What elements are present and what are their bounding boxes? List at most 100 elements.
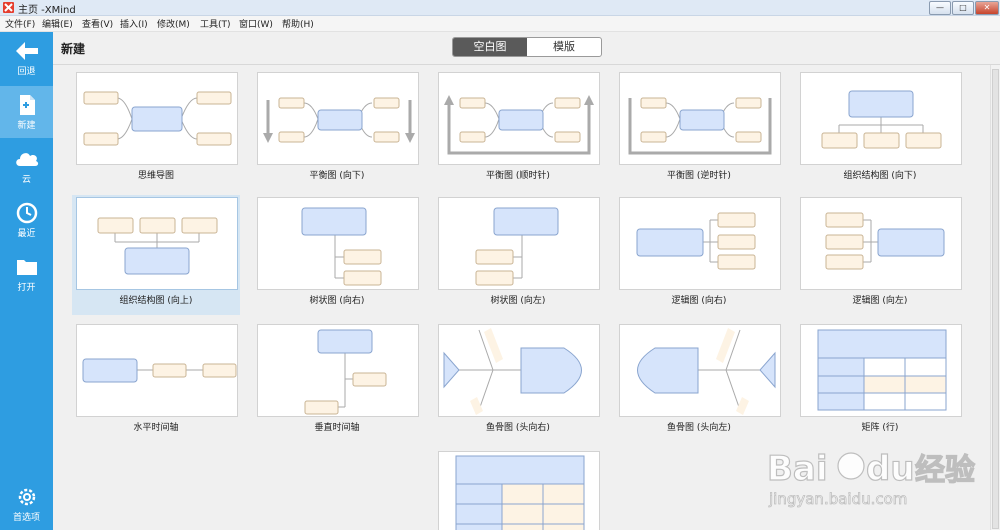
svg-text:jingyan.baidu.com: jingyan.baidu.com <box>768 490 907 508</box>
sidebar-item-label: 新建 <box>17 121 36 131</box>
timeline-h-preview <box>82 358 237 383</box>
template-label: 平衡图 (逆时针) <box>667 171 731 181</box>
template-thumbnail <box>800 72 962 165</box>
sidebar-item-open[interactable]: 打开 <box>0 248 53 300</box>
balance-cw-preview <box>444 95 594 155</box>
mindmap-preview <box>83 91 232 146</box>
template-thumbnail <box>438 72 600 165</box>
template-label: 矩阵 (行) <box>861 423 899 433</box>
menu-modify[interactable]: 修改(M) <box>157 17 190 30</box>
baidu-watermark: Bai du 经验 jingyan.baidu.com <box>765 440 985 520</box>
matrix-col-preview <box>455 455 585 530</box>
svg-text:Bai: Bai <box>767 449 828 489</box>
tree-left-preview <box>475 207 559 286</box>
template-card-matrix-col[interactable] <box>434 449 602 530</box>
template-thumbnail <box>438 197 600 290</box>
template-thumbnail <box>438 451 600 530</box>
template-card-logic-right[interactable]: 逻辑图 (向右) <box>615 195 783 315</box>
template-card-tree-right[interactable]: 树状图 (向右) <box>253 195 421 315</box>
baidu-jingyan-logo: Bai du 经验 jingyan.baidu.com <box>766 448 975 508</box>
scrollbar-thumb[interactable] <box>992 69 999 529</box>
template-label: 平衡图 (向下) <box>309 171 365 181</box>
menu-insert[interactable]: 插入(I) <box>120 17 148 30</box>
template-thumbnail <box>76 72 238 165</box>
template-card-org-up[interactable]: 组织结构图 (向上) <box>72 195 240 315</box>
template-thumbnail <box>800 197 962 290</box>
template-card-logic-left[interactable]: 逻辑图 (向左) <box>796 195 964 315</box>
fish-left-preview <box>637 328 776 415</box>
balance-ccw-preview <box>628 97 772 155</box>
sidebar-item-new[interactable]: 新建 <box>0 86 53 138</box>
template-card-balance-cw[interactable]: 平衡图 (顺时针) <box>434 70 602 190</box>
divider <box>53 64 1000 65</box>
minimize-button[interactable]: — <box>929 1 951 15</box>
template-label: 逻辑图 (向左) <box>852 296 908 306</box>
template-label: 鱼骨图 (头向右) <box>486 423 550 433</box>
timeline-v-preview <box>304 329 387 415</box>
title-bar: 主页 -XMind — □ ✕ <box>0 0 1000 16</box>
template-card-balance-ccw[interactable]: 平衡图 (逆时针) <box>615 70 783 190</box>
menu-tools[interactable]: 工具(T) <box>200 17 231 30</box>
cloud-icon <box>15 153 38 166</box>
menu-view[interactable]: 查看(V) <box>82 17 113 30</box>
org-up-preview <box>97 217 218 275</box>
sidebar-item-label: 最近 <box>17 229 36 239</box>
template-label: 逻辑图 (向右) <box>671 296 727 306</box>
sidebar-item-label: 打开 <box>17 283 36 293</box>
sidebar-item-label: 云 <box>21 175 31 185</box>
menu-file[interactable]: 文件(F) <box>5 17 35 30</box>
arrow-left-icon <box>15 42 38 60</box>
menu-help[interactable]: 帮助(H) <box>282 17 314 30</box>
sidebar-item-back[interactable]: 回退 <box>0 32 53 84</box>
sidebar: 回退 新建 云 最近 打开 首选项 <box>0 32 53 530</box>
vertical-scrollbar[interactable] <box>990 65 1000 530</box>
svg-text:du: du <box>866 449 915 489</box>
template-label: 水平时间轴 <box>133 423 179 433</box>
gear-icon <box>18 488 35 506</box>
template-thumbnail <box>619 72 781 165</box>
sidebar-item-cloud[interactable]: 云 <box>0 140 53 192</box>
template-label: 树状图 (向右) <box>309 296 365 306</box>
tab-blank[interactable]: 空白图 <box>453 38 527 56</box>
fish-right-preview <box>443 328 582 415</box>
template-thumbnail <box>800 324 962 417</box>
sidebar-item-recent[interactable]: 最近 <box>0 194 53 246</box>
sidebar-item-label: 回退 <box>17 67 36 77</box>
xmind-logo-icon <box>3 2 14 13</box>
logic-left-preview <box>825 212 945 270</box>
logic-right-preview <box>636 212 756 270</box>
sidebar-item-settings[interactable]: 首选项 <box>0 478 53 530</box>
clock-icon <box>16 202 37 224</box>
close-button[interactable]: ✕ <box>975 1 999 15</box>
tab-templates[interactable]: 模版 <box>527 38 601 56</box>
matrix-row-preview <box>817 329 947 411</box>
template-card-mindmap[interactable]: 思维导图 <box>72 70 240 190</box>
template-thumbnail <box>257 197 419 290</box>
template-label: 思维导图 <box>137 171 174 181</box>
template-thumbnail <box>257 72 419 165</box>
template-card-timeline-v[interactable]: 垂直时间轴 <box>253 322 421 442</box>
template-card-fish-right[interactable]: 鱼骨图 (头向右) <box>434 322 602 442</box>
template-thumbnail <box>619 324 781 417</box>
template-card-org-down[interactable]: 组织结构图 (向下) <box>796 70 964 190</box>
tab-switch: 空白图 模版 <box>452 37 602 57</box>
template-card-matrix-row[interactable]: 矩阵 (行) <box>796 322 964 442</box>
template-card-fish-left[interactable]: 鱼骨图 (头向左) <box>615 322 783 442</box>
page-title: 新建 <box>61 42 86 56</box>
folder-icon <box>16 260 37 275</box>
tree-right-preview <box>301 207 382 286</box>
template-label: 组织结构图 (向上) <box>119 296 193 306</box>
template-thumbnail <box>257 324 419 417</box>
template-card-balance-down[interactable]: 平衡图 (向下) <box>253 70 421 190</box>
template-thumbnail <box>76 197 238 290</box>
menu-edit[interactable]: 编辑(E) <box>42 17 73 30</box>
template-card-timeline-h[interactable]: 水平时间轴 <box>72 322 240 442</box>
maximize-button[interactable]: □ <box>952 1 974 15</box>
template-label: 组织结构图 (向下) <box>843 171 917 181</box>
template-thumbnail <box>76 324 238 417</box>
menu-window[interactable]: 窗口(W) <box>239 17 273 30</box>
new-file-icon <box>19 95 35 115</box>
org-down-preview <box>821 90 942 149</box>
template-card-tree-left[interactable]: 树状图 (向左) <box>434 195 602 315</box>
template-label: 垂直时间轴 <box>314 423 360 433</box>
